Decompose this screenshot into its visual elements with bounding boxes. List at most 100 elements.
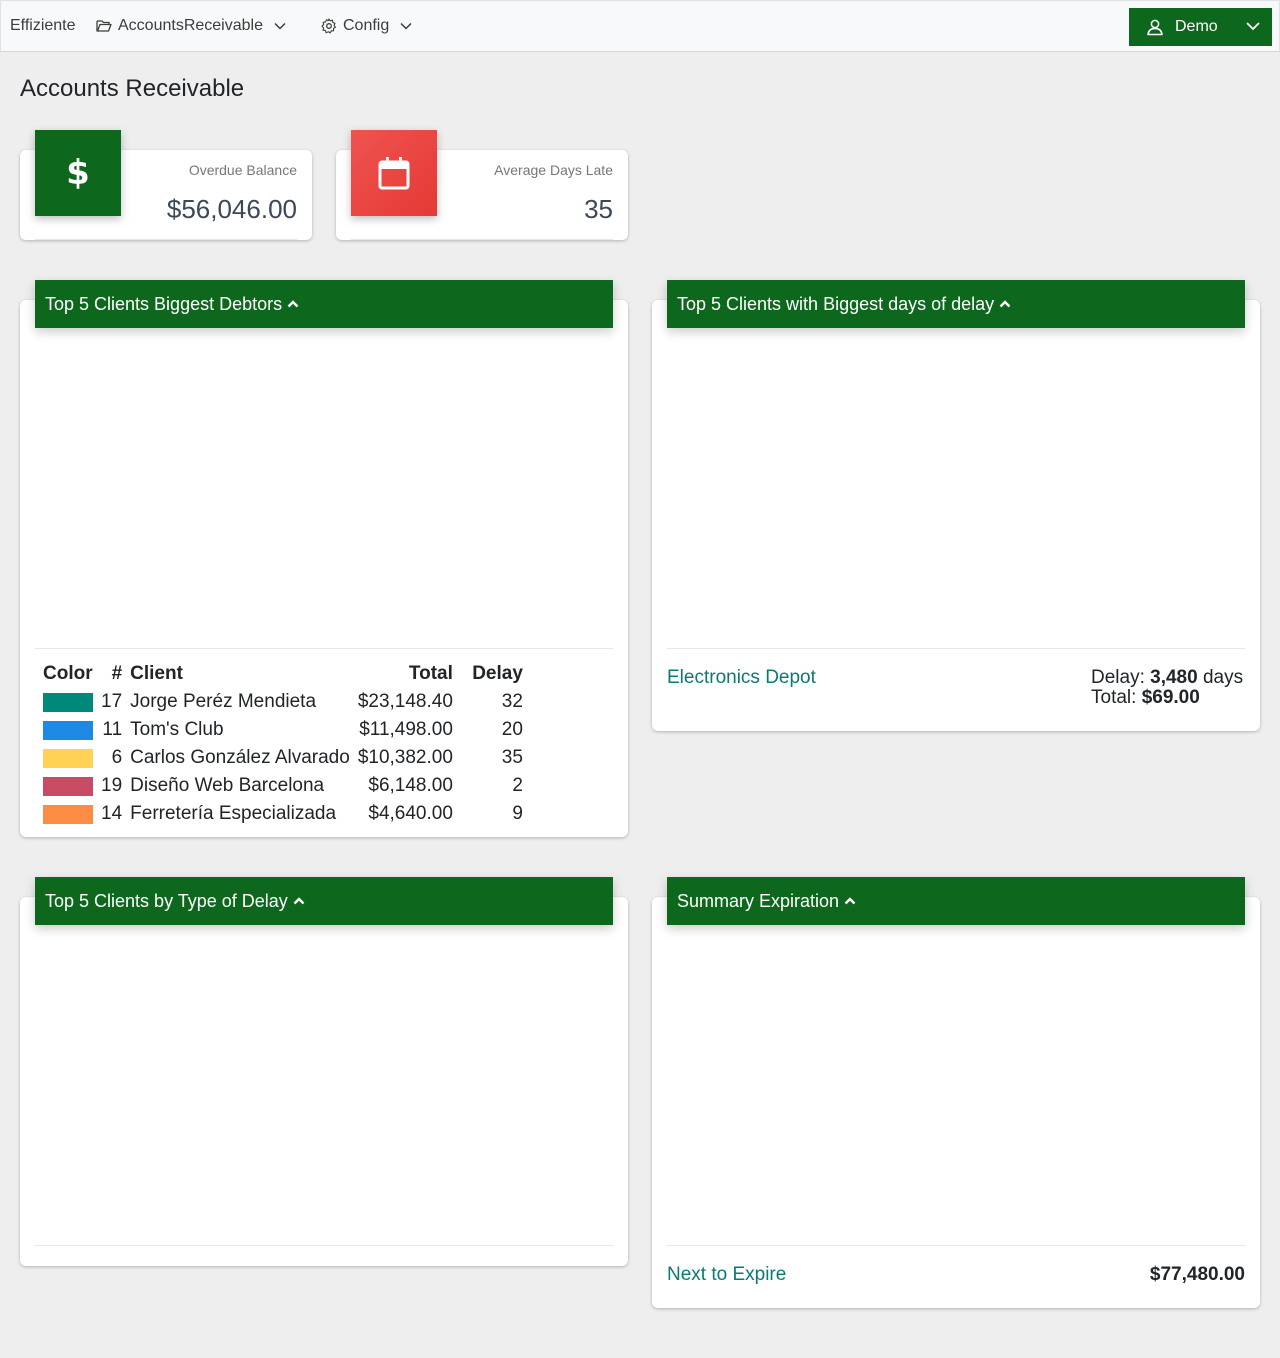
client-delay: 9 xyxy=(512,803,523,824)
next-to-expire-link[interactable]: Next to Expire xyxy=(667,1264,786,1286)
summary-panel-header[interactable]: Summary Expiration xyxy=(667,877,1245,925)
color-swatch xyxy=(43,748,93,768)
delay-chart-area xyxy=(667,328,1245,648)
delay-unit: days xyxy=(1202,667,1244,688)
top-navbar: Effiziente AccountsReceivable Config Dem… xyxy=(0,0,1280,52)
total-label: Total: xyxy=(1091,687,1137,708)
chevron-up-icon xyxy=(293,897,305,905)
table-row: 14 Ferretería Especializada $4,640.00 9 xyxy=(39,800,527,828)
average-days-late-card: Average Days Late 35 xyxy=(336,130,628,240)
total-value: $69.00 xyxy=(1141,687,1200,708)
debtors-panel-header[interactable]: Top 5 Clients Biggest Debtors xyxy=(35,280,613,328)
user-menu-button[interactable]: Demo xyxy=(1129,8,1272,46)
client-number: 17 xyxy=(101,691,123,712)
total-line: Total: $69.00 xyxy=(1091,688,1243,708)
summary-expiration-panel: Summary Expiration Next to Expire $77,48… xyxy=(652,877,1260,1308)
color-swatch xyxy=(43,804,93,824)
client-delay: 20 xyxy=(501,719,523,740)
client-total: $4,640.00 xyxy=(368,803,453,824)
client-delay: 2 xyxy=(512,775,523,796)
user-icon xyxy=(1147,19,1163,36)
column-header-number: # xyxy=(111,663,123,684)
stat-value: $56,046.00 xyxy=(166,194,297,224)
chevron-up-icon xyxy=(999,300,1011,308)
nav-menu-config[interactable]: Config xyxy=(321,17,413,35)
client-number: 14 xyxy=(101,803,123,824)
debtors-table: Color # Client Total Delay 17 Jorge Peréz… xyxy=(39,660,527,828)
color-swatch xyxy=(43,720,93,740)
type-of-delay-panel: Top 5 Clients by Type of Delay xyxy=(20,877,628,1266)
next-to-expire-value: $77,480.00 xyxy=(1149,1264,1245,1285)
column-header-client: Client xyxy=(130,663,183,684)
folder-open-icon xyxy=(96,20,112,32)
nav-menu-label: Config xyxy=(343,17,390,34)
panel-title: Top 5 Clients Biggest Debtors xyxy=(45,293,283,314)
gear-icon xyxy=(321,18,337,34)
client-total: $23,148.40 xyxy=(357,691,453,712)
panel-title: Top 5 Clients with Biggest days of delay xyxy=(677,293,995,314)
color-swatch xyxy=(43,692,93,712)
color-cell xyxy=(39,688,97,716)
color-cell xyxy=(39,772,97,800)
delay-panel: Top 5 Clients with Biggest days of delay… xyxy=(652,280,1260,731)
nav-menu-accounts-receivable[interactable]: AccountsReceivable xyxy=(96,17,287,35)
client-name: Jorge Peréz Mendieta xyxy=(130,691,317,712)
delay-value: 3,480 xyxy=(1150,667,1198,688)
divider xyxy=(35,648,613,649)
debtors-chart-area xyxy=(35,328,613,648)
table-header-row: Color # Client Total Delay xyxy=(39,660,527,688)
type-panel-header[interactable]: Top 5 Clients by Type of Delay xyxy=(35,877,613,925)
stat-label: Overdue Balance xyxy=(188,162,297,178)
divider xyxy=(667,1245,1245,1246)
client-delay: 32 xyxy=(501,691,523,712)
dollar-icon-box: $ xyxy=(35,130,121,216)
debtors-panel: Top 5 Clients Biggest Debtors Color # Cl… xyxy=(20,280,628,837)
panel-title: Summary Expiration xyxy=(677,890,840,911)
color-cell xyxy=(39,800,97,828)
client-total: $10,382.00 xyxy=(357,747,453,768)
client-number: 6 xyxy=(111,747,123,768)
stat-label: Average Days Late xyxy=(494,162,613,178)
dollar-icon: $ xyxy=(66,153,90,193)
table-row: 11 Tom's Club $11,498.00 20 xyxy=(39,716,527,744)
column-header-total: Total xyxy=(408,663,453,684)
delay-panel-header[interactable]: Top 5 Clients with Biggest days of delay xyxy=(667,280,1245,328)
client-name: Tom's Club xyxy=(130,719,224,740)
color-swatch xyxy=(43,776,93,796)
page-title: Accounts Receivable xyxy=(20,75,245,102)
color-cell xyxy=(39,716,97,744)
calendar-icon-box xyxy=(351,130,437,216)
stat-value: 35 xyxy=(584,194,613,224)
divider xyxy=(35,1245,613,1246)
delay-line: Delay: 3,480 days xyxy=(1091,668,1243,688)
chevron-up-icon xyxy=(287,300,299,308)
table-row: 19 Diseño Web Barcelona $6,148.00 2 xyxy=(39,772,527,800)
client-name: Ferretería Especializada xyxy=(130,803,337,824)
client-delay: 35 xyxy=(501,747,523,768)
divider xyxy=(35,239,297,240)
client-total: $11,498.00 xyxy=(359,719,453,740)
summary-chart-area xyxy=(667,925,1245,1245)
divider xyxy=(667,648,1245,649)
brand-link[interactable]: Effiziente xyxy=(10,17,76,35)
table-row: 17 Jorge Peréz Mendieta $23,148.40 32 xyxy=(39,688,527,716)
delay-label: Delay: xyxy=(1091,667,1145,688)
column-header-delay: Delay xyxy=(472,663,523,684)
client-total: $6,148.00 xyxy=(368,775,453,796)
chevron-up-icon xyxy=(844,897,856,905)
column-header-color: Color xyxy=(43,663,93,684)
client-number: 19 xyxy=(101,775,123,796)
panel-title: Top 5 Clients by Type of Delay xyxy=(45,890,288,911)
calendar-icon xyxy=(378,157,410,190)
color-cell xyxy=(39,744,97,772)
chevron-down-icon xyxy=(400,22,412,30)
type-chart-area xyxy=(35,925,613,1245)
client-name: Carlos González Alvarado xyxy=(130,747,350,768)
nav-menu-label: AccountsReceivable xyxy=(118,17,263,34)
divider xyxy=(351,239,613,240)
client-name: Diseño Web Barcelona xyxy=(130,775,325,796)
delay-summary: Delay: 3,480 days Total: $69.00 xyxy=(1091,668,1243,708)
client-link[interactable]: Electronics Depot xyxy=(667,667,816,689)
table-row: 6 Carlos González Alvarado $10,382.00 35 xyxy=(39,744,527,772)
overdue-balance-card: $ Overdue Balance $56,046.00 xyxy=(20,130,312,240)
